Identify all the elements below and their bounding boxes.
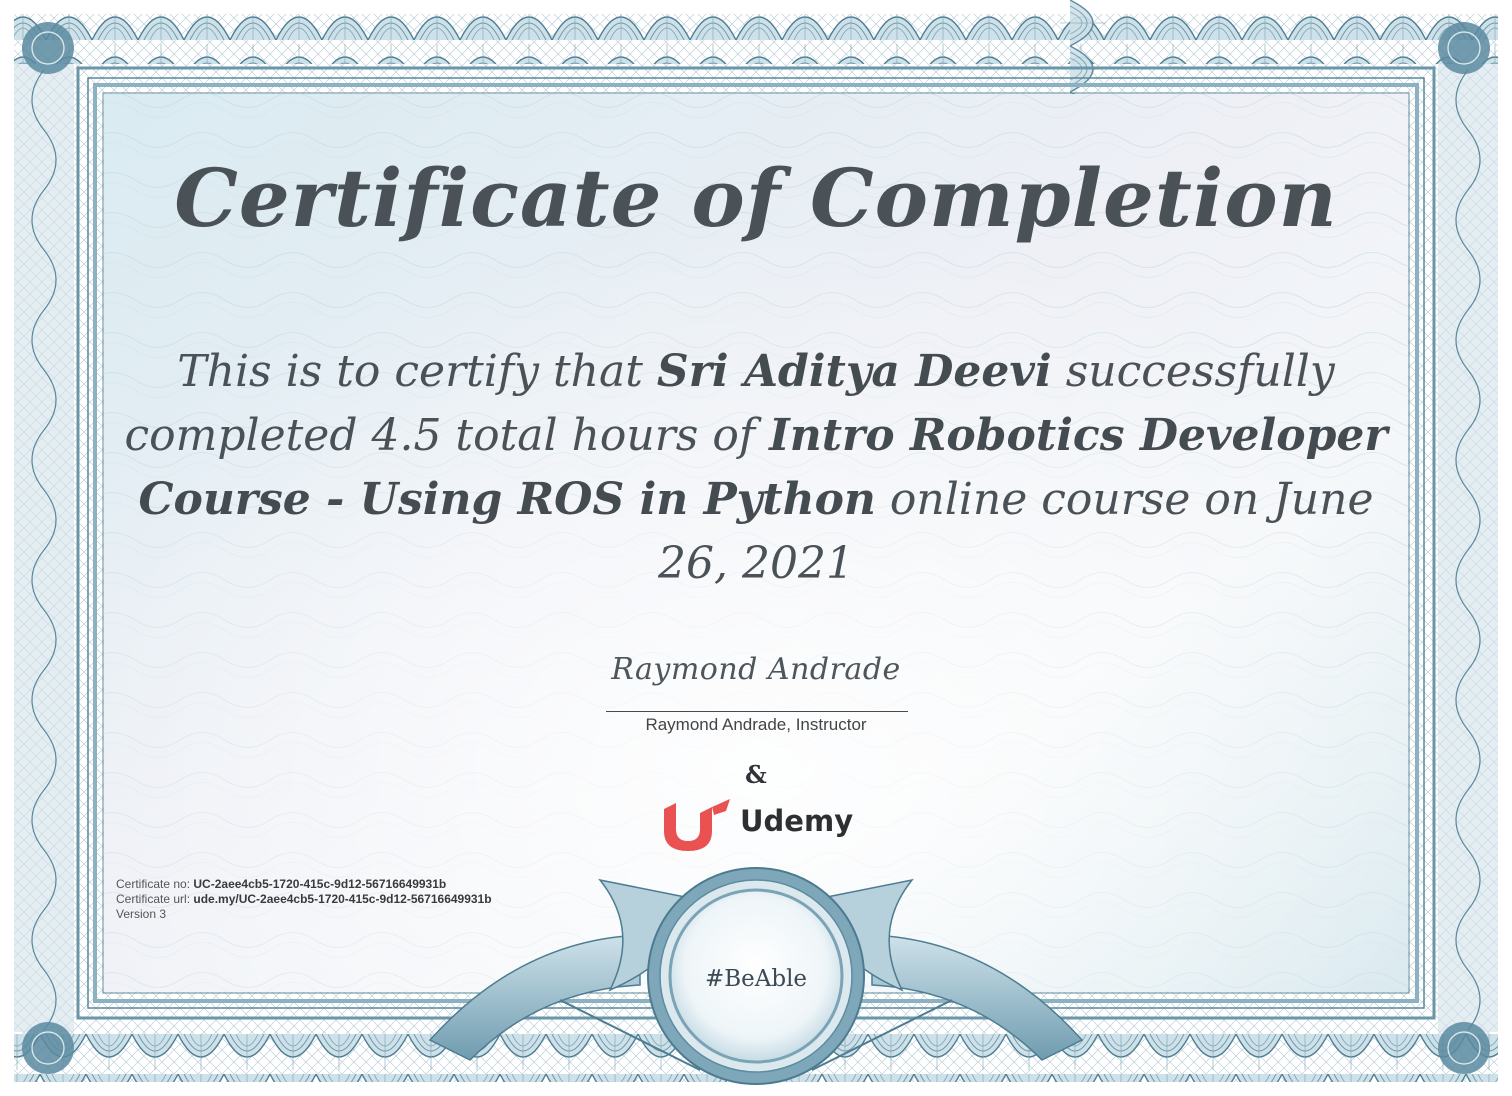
statement-prefix: This is to certify that: [177, 346, 643, 397]
instructor-signature: Raymond Andrade: [611, 652, 901, 687]
certificate-number: Certificate no: UC-2aee4cb5-1720-415c-9d…: [116, 877, 446, 892]
instructor-caption: Raymond Andrade, Instructor: [645, 715, 867, 734]
certificate-number-value: UC-2aee4cb5-1720-415c-9d12-56716649931b: [193, 877, 447, 891]
certification-statement: This is to certify that Sri Aditya Deevi…: [120, 340, 1392, 596]
certificate-url: Certificate url: ude.my/UC-2aee4cb5-1720…: [116, 892, 492, 907]
ampersand: &: [745, 760, 767, 789]
recipient-name: Sri Aditya Deevi: [656, 346, 1052, 397]
signature-line: [606, 711, 908, 712]
certificate-number-label: Certificate no:: [116, 877, 191, 891]
udemy-logo-icon: [664, 799, 730, 851]
certificate-url-value: ude.my/UC-2aee4cb5-1720-415c-9d12-567166…: [193, 892, 492, 906]
seal-hashtag: #BeAble: [704, 966, 808, 992]
udemy-brand-name: Udemy: [740, 804, 854, 838]
certificate-title: Certificate of Completion: [174, 151, 1338, 245]
certificate-url-label: Certificate url:: [116, 892, 191, 906]
certificate-version: Version 3: [116, 907, 167, 921]
certificate: Certificate of Completion This is to cer…: [0, 0, 1512, 1096]
